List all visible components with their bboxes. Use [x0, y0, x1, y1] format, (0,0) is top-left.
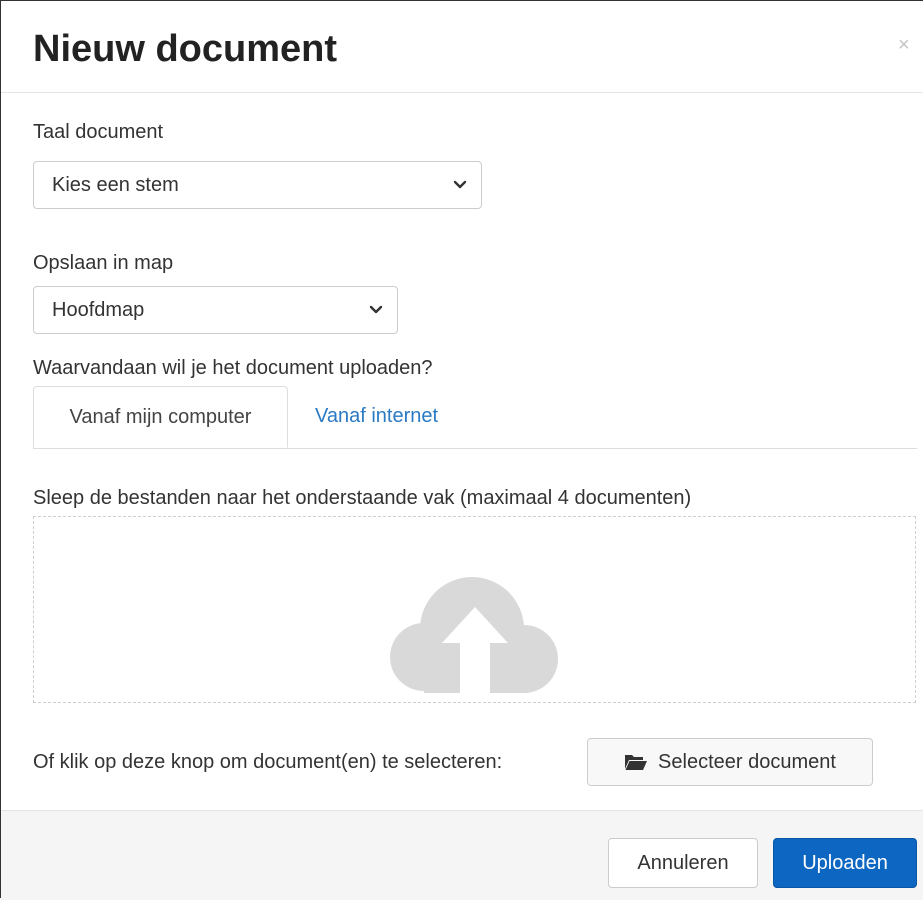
language-select-value: Kies een stem	[52, 173, 179, 196]
upload-source-question: Waarvandaan wil je het document uploaden…	[33, 357, 433, 379]
cancel-button[interactable]: Annuleren	[608, 838, 758, 888]
tab-from-internet[interactable]: Vanaf internet	[315, 405, 438, 428]
upload-source-tabs: Vanaf mijn computer Vanaf internet	[33, 386, 917, 449]
select-prompt: Of klik op deze knop om document(en) te …	[33, 751, 503, 773]
folder-label: Opslaan in map	[33, 252, 174, 274]
tab-from-computer[interactable]: Vanaf mijn computer	[33, 386, 288, 448]
language-label: Taal document	[33, 121, 164, 143]
folder-select-value: Hoofdmap	[52, 298, 145, 321]
cloud-upload-icon	[390, 577, 558, 693]
folder-select[interactable]: Hoofdmap	[33, 286, 398, 334]
dialog-title: Nieuw document	[33, 28, 338, 70]
dialog-header: Nieuw document ×	[1, 1, 923, 93]
dropzone-instruction: Sleep de bestanden naar het onderstaande…	[33, 487, 692, 509]
dialog-footer: Annuleren Uploaden	[1, 810, 923, 900]
close-icon[interactable]: ×	[898, 35, 910, 55]
chevron-down-icon	[369, 305, 383, 314]
upload-button[interactable]: Uploaden	[773, 838, 917, 888]
folder-open-icon	[625, 755, 648, 770]
select-document-label: Selecteer document	[658, 750, 836, 773]
file-dropzone[interactable]	[33, 516, 916, 703]
language-select[interactable]: Kies een stem	[33, 161, 482, 209]
chevron-down-icon	[453, 180, 467, 189]
new-document-dialog: Nieuw document × Taal document Kies een …	[0, 0, 923, 900]
select-document-button[interactable]: Selecteer document	[587, 738, 873, 786]
